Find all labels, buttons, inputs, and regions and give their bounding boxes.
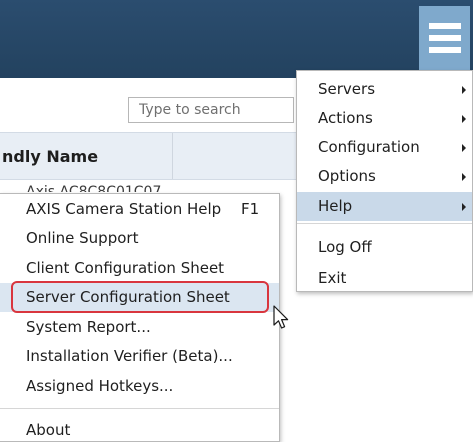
- hamburger-line: [428, 23, 461, 29]
- menu-separator: [0, 408, 279, 409]
- submenu-item-label: Client Configuration Sheet: [26, 259, 225, 277]
- menu-item-log-off[interactable]: Log Off: [297, 233, 472, 262]
- submenu-item-assigned-hotkeys[interactable]: Assigned Hotkeys...: [0, 372, 279, 401]
- submenu-item-label: About: [26, 421, 71, 439]
- menu-item-label: Actions: [318, 109, 373, 127]
- submenu-item-label: AXIS Camera Station Help: [26, 200, 222, 218]
- chevron-right-icon: [462, 86, 466, 94]
- table-cell-name: Axis AC8C8C01C07: [26, 184, 162, 192]
- menu-item-label: Help: [318, 197, 353, 215]
- menu-separator: [297, 223, 472, 224]
- shortcut-label: F1: [241, 200, 260, 218]
- menu-item-label: Configuration: [318, 138, 420, 156]
- column-header-friendly-name[interactable]: ndly Name: [0, 132, 310, 180]
- menu-item-label: Exit: [318, 269, 347, 287]
- help-submenu: AXIS Camera Station Help F1 Online Suppo…: [0, 193, 280, 442]
- submenu-item-online-support[interactable]: Online Support: [0, 224, 279, 253]
- hamburger-line: [428, 47, 461, 53]
- submenu-item-label: Server Configuration Sheet: [26, 288, 230, 306]
- submenu-item-client-config-sheet[interactable]: Client Configuration Sheet: [0, 254, 279, 283]
- header-bar: [0, 0, 473, 78]
- menu-item-exit[interactable]: Exit: [297, 264, 472, 293]
- submenu-item-system-report[interactable]: System Report...: [0, 313, 279, 342]
- submenu-item-label: Online Support: [26, 229, 139, 247]
- menu-item-options[interactable]: Options: [297, 162, 472, 191]
- submenu-item-server-config-sheet[interactable]: Server Configuration Sheet: [0, 283, 279, 312]
- app-window: ndly Name Axis AC8C8C01C07 Servers Actio…: [0, 0, 473, 442]
- mouse-pointer-icon: [273, 305, 289, 329]
- menu-item-configuration[interactable]: Configuration: [297, 133, 472, 162]
- chevron-right-icon: [462, 115, 466, 123]
- submenu-item-axis-help[interactable]: AXIS Camera Station Help F1: [0, 195, 279, 224]
- hamburger-line: [428, 35, 461, 41]
- chevron-right-icon: [462, 173, 466, 181]
- submenu-item-about[interactable]: About: [0, 416, 279, 442]
- hamburger-icon[interactable]: [419, 6, 470, 70]
- menu-item-help[interactable]: Help: [297, 192, 472, 221]
- submenu-item-installation-verifier[interactable]: Installation Verifier (Beta)...: [0, 342, 279, 371]
- column-header-label: ndly Name: [2, 147, 99, 166]
- chevron-right-icon: [462, 144, 466, 152]
- chevron-right-icon: [462, 203, 466, 211]
- table-row[interactable]: Axis AC8C8C01C07: [26, 182, 206, 192]
- column-divider[interactable]: [172, 133, 173, 179]
- submenu-item-label: Assigned Hotkeys...: [26, 377, 174, 395]
- search-input[interactable]: [128, 97, 294, 123]
- menu-item-label: Servers: [318, 80, 376, 98]
- submenu-item-label: System Report...: [26, 318, 151, 336]
- submenu-item-label: Installation Verifier (Beta)...: [26, 347, 233, 365]
- menu-item-label: Options: [318, 167, 376, 185]
- menu-item-actions[interactable]: Actions: [297, 104, 472, 133]
- menu-item-label: Log Off: [318, 238, 372, 256]
- main-menu: Servers Actions Configuration Options He…: [296, 70, 473, 292]
- menu-item-servers[interactable]: Servers: [297, 75, 472, 104]
